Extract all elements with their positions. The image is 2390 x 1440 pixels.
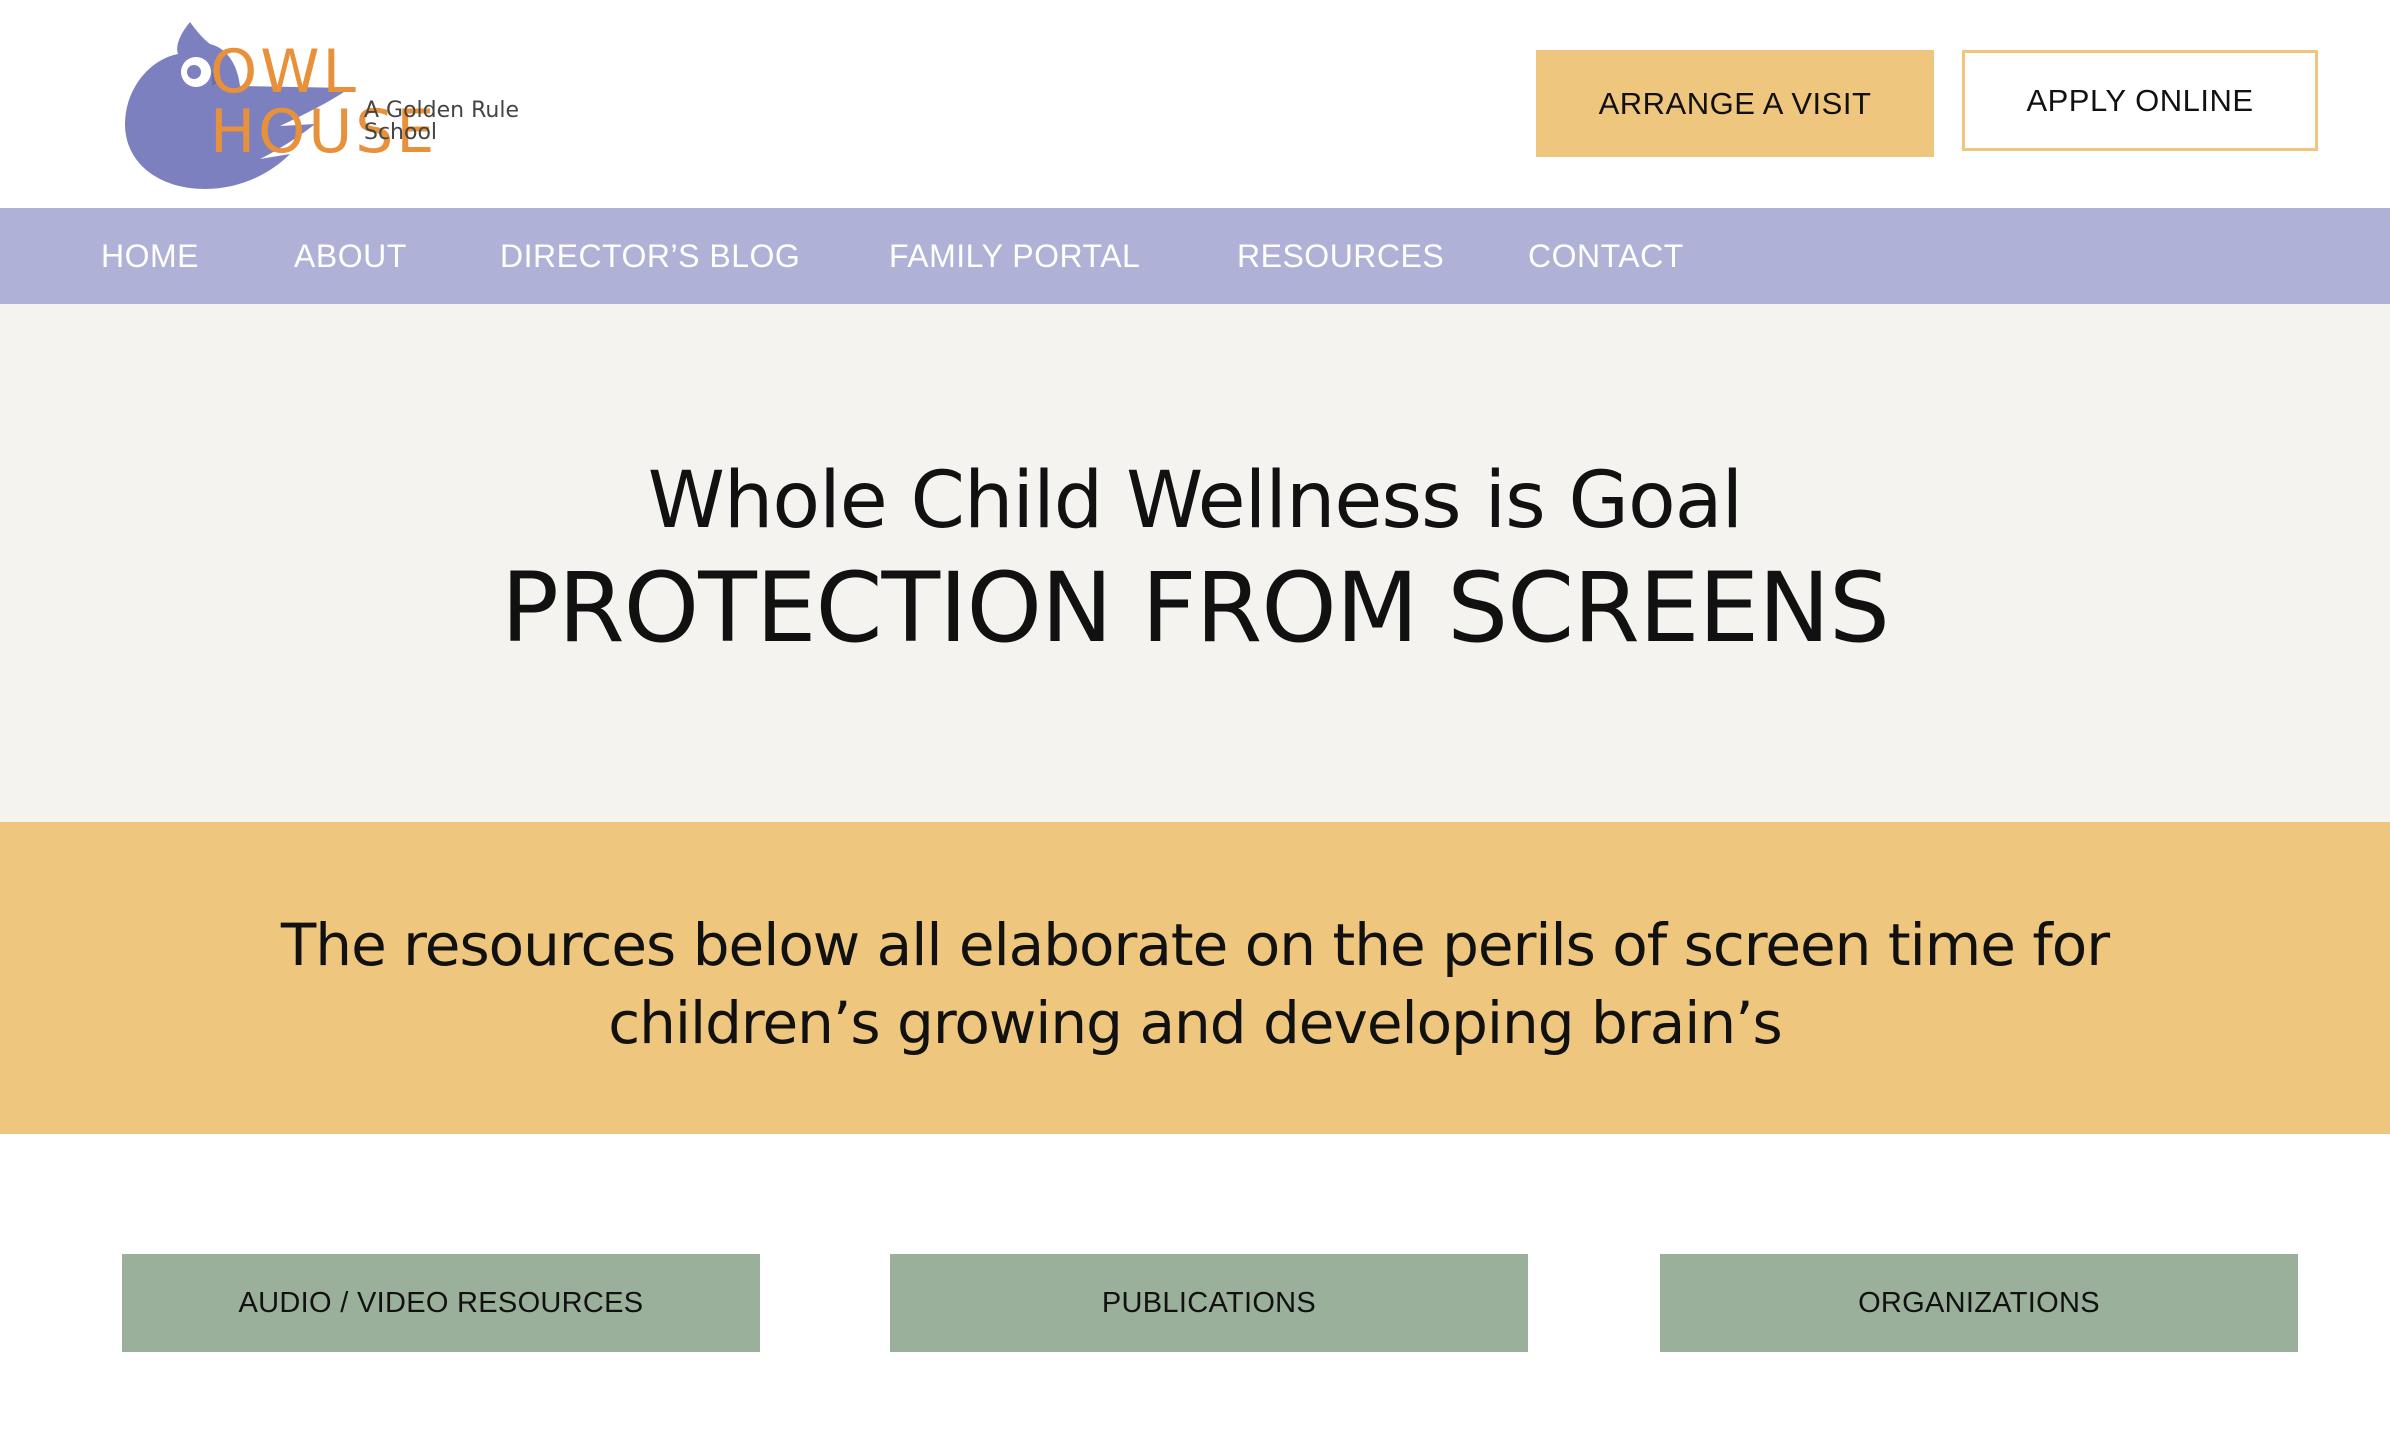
intro-banner: The resources below all elaborate on the… — [0, 822, 2390, 1134]
logo-subtitle: A Golden Rule School — [364, 98, 519, 145]
nav-item-home[interactable]: HOME — [101, 208, 199, 304]
site-logo[interactable]: OWL HOUSE A Golden Rule School — [120, 14, 590, 194]
organizations-button[interactable]: ORGANIZATIONS — [1660, 1254, 2298, 1352]
publications-button[interactable]: PUBLICATIONS — [890, 1254, 1528, 1352]
nav-item-resources[interactable]: RESOURCES — [1237, 208, 1444, 304]
nav-item-directors-blog[interactable]: DIRECTOR’S BLOG — [500, 208, 800, 304]
hero-subtitle: Whole Child Wellness is Goal — [647, 456, 1743, 546]
main-nav: HOME ABOUT DIRECTOR’S BLOG FAMILY PORTAL… — [0, 208, 2390, 304]
nav-item-contact[interactable]: CONTACT — [1528, 208, 1684, 304]
arrange-visit-button[interactable]: ARRANGE A VISIT — [1536, 50, 1934, 157]
hero-section: Whole Child Wellness is Goal PROTECTION … — [0, 304, 2390, 822]
apply-online-button[interactable]: APPLY ONLINE — [1962, 50, 2318, 151]
site-header: OWL HOUSE A Golden Rule School ARRANGE A… — [0, 0, 2390, 208]
banner-text: The resources below all elaborate on the… — [280, 911, 2110, 1057]
audio-video-resources-button[interactable]: AUDIO / VIDEO RESOURCES — [122, 1254, 760, 1352]
page-title: PROTECTION FROM SCREENS — [501, 552, 1890, 664]
nav-item-family-portal[interactable]: FAMILY PORTAL — [889, 208, 1140, 304]
nav-item-about[interactable]: ABOUT — [294, 208, 407, 304]
